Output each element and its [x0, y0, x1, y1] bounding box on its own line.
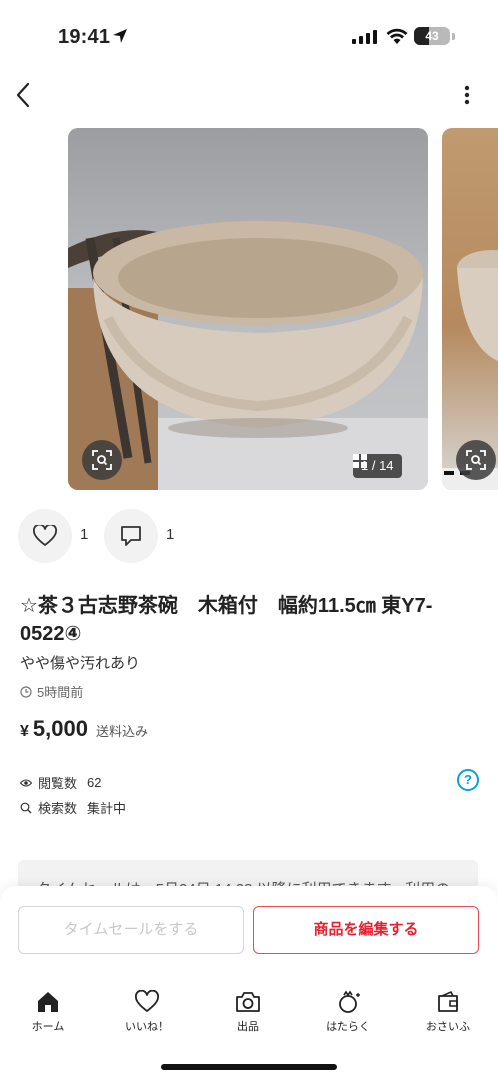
comment-button[interactable] [104, 509, 158, 563]
tab-label: はたらく [326, 1021, 370, 1033]
scan-icon [92, 450, 112, 470]
search-icon [20, 802, 32, 813]
wifi-icon [386, 28, 408, 44]
location-arrow-icon [113, 29, 127, 43]
visual-search-button-next[interactable] [456, 440, 496, 480]
views-count: 62 [87, 775, 102, 790]
heart-icon [33, 525, 57, 546]
time-sale-button[interactable]: タイムセールをする [18, 906, 244, 954]
more-options-button[interactable] [455, 82, 479, 108]
price: ¥ 5,000 送料込み [20, 716, 148, 742]
clock-icon [20, 685, 32, 698]
posted-time-text: 5時間前 [37, 685, 84, 700]
tab-home[interactable]: ホーム [8, 990, 88, 1034]
scan-icon [466, 450, 486, 470]
help-icon[interactable]: ? [457, 769, 479, 791]
battery-icon: 43 [414, 27, 450, 45]
tab-work[interactable]: はたらく [308, 990, 388, 1034]
image-counter: 1 / 14 [353, 454, 402, 478]
shipping-label: 送料込み [95, 724, 148, 739]
posted-time: 5時間前 [20, 682, 83, 701]
comment-icon [121, 526, 141, 546]
like-button[interactable] [18, 509, 72, 563]
tab-wallet[interactable]: おさいふ [408, 990, 488, 1034]
tab-bar: ホーム いいね！ 出品 はたらく おさいふ [0, 990, 498, 1040]
tab-sell[interactable]: 出品 [208, 990, 288, 1034]
camera-icon [236, 992, 260, 1012]
battery-cap [452, 33, 455, 40]
edit-item-button[interactable]: 商品を編集する [253, 906, 479, 954]
tea-bowl-photo [68, 221, 428, 490]
comment-count: 1 [166, 526, 175, 543]
home-indicator [161, 1064, 337, 1070]
back-button[interactable] [10, 80, 40, 110]
chevron-left-icon [16, 82, 30, 108]
tab-label: ホーム [31, 1021, 65, 1033]
more-vertical-icon [464, 85, 470, 105]
searches-value: 集計中 [87, 801, 127, 816]
next-photo [442, 250, 498, 490]
visual-search-button[interactable] [82, 440, 122, 480]
home-icon [38, 992, 58, 1012]
item-title: ☆茶３古志野茶碗 木箱付 幅約11.5㎝ 東Y7-0522④ [20, 595, 433, 645]
status-time: 19:41 [58, 26, 111, 48]
tab-label: おさいふ [426, 1021, 470, 1033]
tab-likes[interactable]: いいね！ [107, 990, 187, 1034]
heart-icon [135, 990, 159, 1012]
product-image-main[interactable]: 1 / 14 [68, 128, 428, 490]
eye-icon [20, 778, 32, 787]
views-label: 閲覧数 [38, 776, 78, 791]
tab-label: 出品 [237, 1021, 259, 1033]
price-symbol: ¥ [20, 723, 29, 740]
grid-icon [353, 454, 367, 468]
bottom-sheet: タイムセールをする 商品を編集する ホーム いいね！ 出品 はたらく おさいふ [0, 886, 498, 1080]
searches-stat: 検索数 集計中 [20, 798, 126, 817]
like-count: 1 [80, 526, 89, 543]
item-condition: やや傷や汚れあり [20, 655, 141, 672]
searches-label: 検索数 [38, 801, 78, 816]
wallet-icon [438, 990, 458, 1012]
work-icon [339, 990, 360, 1013]
signal-icon [352, 30, 377, 44]
tab-label: いいね！ [125, 1021, 169, 1033]
status-bar: 19:41 43 [0, 0, 498, 62]
views-stat: 閲覧数 62 [20, 773, 101, 792]
product-image-next[interactable] [442, 128, 498, 490]
price-value: 5,000 [32, 716, 88, 741]
battery-level: 43 [425, 29, 439, 43]
